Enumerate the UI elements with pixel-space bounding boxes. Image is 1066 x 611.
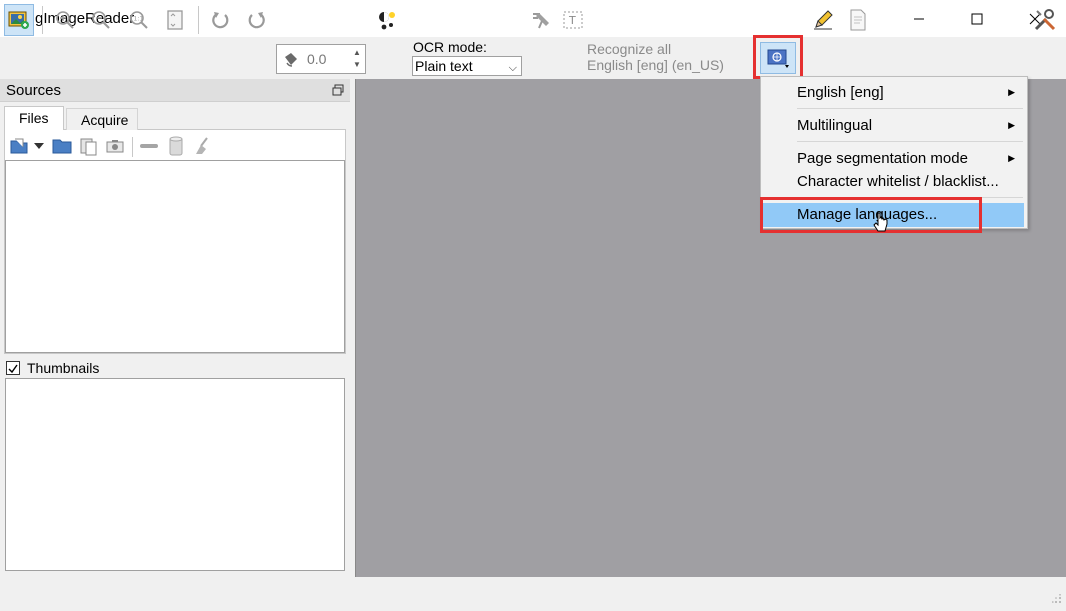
maximize-button[interactable] [954, 0, 1000, 38]
menu-item-multilingual[interactable]: Multilingual ▶ [761, 114, 1027, 138]
sources-title: Sources [6, 82, 62, 99]
status-bar [0, 579, 1066, 611]
zoom-original-button[interactable]: 1:1 [124, 4, 154, 36]
fit-page-icon [167, 10, 183, 30]
camera-icon [106, 140, 124, 153]
thumbnails-label[interactable]: Thumbnails [27, 360, 99, 376]
minimize-button[interactable] [896, 0, 942, 38]
thumbnails-list[interactable] [5, 378, 345, 571]
image-add-icon [8, 11, 29, 29]
edit-output-button[interactable] [808, 4, 838, 36]
submenu-arrow-icon: ▶ [1008, 120, 1015, 130]
rotate-left-icon [212, 12, 229, 29]
delete-button[interactable] [165, 135, 187, 157]
menu-item-label: English [eng] [797, 84, 884, 101]
open-folder-button[interactable] [51, 135, 73, 157]
annotation-highlight-box [760, 197, 982, 233]
paste-button[interactable] [77, 135, 99, 157]
ocr-mode-value: Plain text [415, 58, 473, 74]
recognize-language-label[interactable]: English [eng] (en_US) [587, 57, 724, 73]
rotate-image-icon [282, 50, 300, 71]
annotation-highlight-box [753, 35, 803, 79]
menu-item-label: Page segmentation mode [797, 150, 968, 167]
rotate-right-icon [248, 12, 265, 29]
chevron-down-icon: ⌵ [508, 62, 517, 74]
zoom-original-icon: 1:1 [130, 11, 148, 29]
settings-button[interactable] [1030, 4, 1060, 36]
files-list[interactable] [5, 160, 345, 353]
folder-icon [52, 139, 72, 154]
clipboard-icon [80, 138, 97, 156]
tools-icon [1034, 9, 1056, 31]
menu-item-page-segmentation[interactable]: Page segmentation mode ▶ [761, 147, 1027, 171]
zoom-out-icon [92, 11, 110, 29]
menu-item-char-whitelist[interactable]: Character whitelist / blacklist... [761, 170, 1027, 194]
svg-text:1:1: 1:1 [134, 16, 144, 23]
screenshot-button[interactable] [104, 135, 126, 157]
submenu-arrow-icon: ▶ [1008, 153, 1015, 163]
tab-acquire[interactable]: Acquire [66, 108, 138, 130]
svg-text:T: T [568, 14, 576, 27]
toolbar-separator [198, 6, 199, 34]
clear-button[interactable] [192, 135, 214, 157]
rotation-value: 0.0 [307, 51, 327, 67]
sources-dock-header: Sources [0, 79, 350, 102]
toolbar-separator [42, 6, 43, 34]
main-toolbar [0, 38, 1066, 78]
minimize-icon [914, 18, 924, 20]
toggle-sources-button[interactable] [4, 4, 34, 36]
ocr-mode-select[interactable]: Plain text ⌵ [412, 56, 522, 76]
remove-icon [140, 144, 158, 148]
rotate-left-button[interactable] [206, 4, 236, 36]
rotate-right-button[interactable] [241, 4, 271, 36]
submenu-arrow-icon: ▶ [1008, 87, 1015, 97]
remove-button[interactable] [138, 135, 160, 157]
document-output-button[interactable] [843, 4, 873, 36]
rotation-spinbox[interactable]: 0.0 ▲ ▼ [276, 44, 366, 74]
open-files-button[interactable] [8, 135, 30, 157]
menu-item-label: Multilingual [797, 117, 873, 134]
fit-page-button[interactable] [160, 4, 190, 36]
spin-arrows[interactable]: ▲ ▼ [351, 47, 363, 71]
clear-broom-icon [196, 137, 208, 154]
open-file-icon [10, 138, 28, 154]
zoom-out-button[interactable] [86, 4, 116, 36]
document-icon [850, 9, 866, 31]
recognize-button[interactable]: T [558, 4, 588, 36]
resize-grip-icon[interactable] [1052, 591, 1062, 607]
files-toolbar-separator [132, 137, 133, 157]
text-recognition-icon: T [563, 11, 583, 29]
trash-icon [169, 136, 183, 156]
menu-separator [797, 141, 1023, 142]
brightness-contrast-icon [379, 12, 395, 30]
ocr-mode-label: OCR mode: [413, 39, 487, 55]
recognize-label[interactable]: Recognize all [587, 41, 671, 57]
tab-files[interactable]: Files [4, 106, 64, 130]
mouse-cursor-icon [873, 211, 889, 238]
autodetect-layout-icon [533, 13, 549, 29]
menu-separator [797, 108, 1023, 109]
autodetect-layout-button[interactable] [526, 4, 556, 36]
checkmark-icon [8, 364, 18, 374]
zoom-in-icon [56, 11, 74, 29]
pencil-icon [814, 10, 833, 30]
zoom-in-button[interactable] [50, 4, 80, 36]
menu-item-english[interactable]: English [eng] ▶ [761, 81, 1027, 105]
undock-icon[interactable] [332, 83, 344, 99]
thumbnails-checkbox[interactable] [6, 361, 20, 375]
image-controls-button[interactable] [372, 4, 402, 36]
menu-item-label: Character whitelist / blacklist... [797, 173, 999, 190]
open-files-dropdown[interactable] [32, 135, 46, 157]
maximize-icon [971, 13, 983, 25]
dropdown-arrow-icon [34, 143, 44, 149]
